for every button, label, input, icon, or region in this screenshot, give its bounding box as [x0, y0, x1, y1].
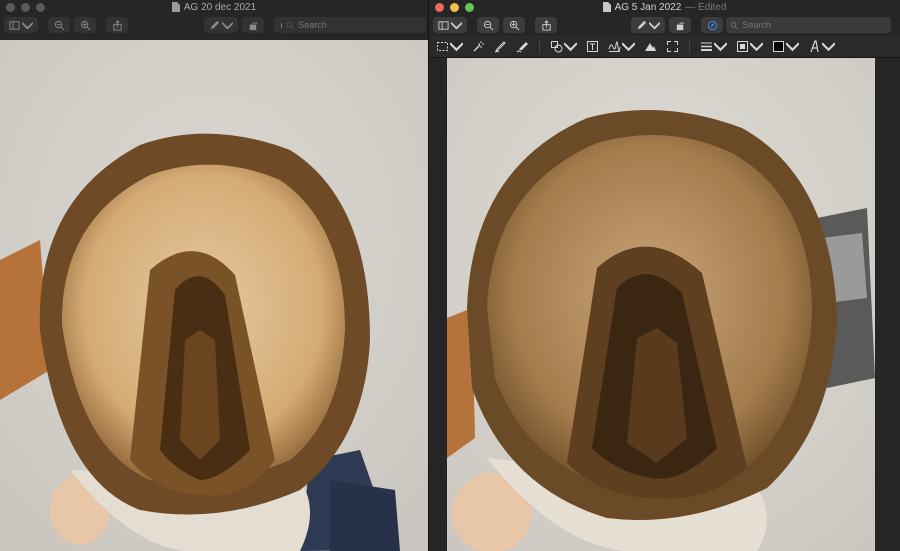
sidebar-icon	[9, 20, 20, 30]
hoof-photo-right	[447, 58, 875, 551]
pen-icon	[637, 20, 647, 29]
chevron-down-icon	[822, 42, 835, 52]
draw-icon	[516, 42, 528, 53]
window-title: AG 5 Jan 2022	[614, 1, 682, 13]
search-icon	[730, 21, 738, 29]
markup-pen-button[interactable]	[631, 17, 665, 33]
chevron-down-icon	[750, 42, 763, 52]
title-bar[interactable]: AG 20 dec 2021	[0, 0, 428, 14]
window-controls	[6, 3, 45, 12]
chevron-down-icon	[22, 21, 33, 30]
border-color-button[interactable]	[733, 38, 766, 56]
text-box-icon	[587, 41, 598, 52]
search-field[interactable]	[726, 17, 891, 33]
zoom-out-button[interactable]	[477, 17, 499, 33]
rotate-icon	[676, 21, 684, 30]
magic-wand-icon	[473, 41, 484, 52]
sketch-tool-button[interactable]	[491, 38, 510, 56]
fill-color-icon	[773, 41, 784, 52]
markup-pen-button[interactable]	[204, 17, 238, 33]
share-button[interactable]	[535, 17, 557, 33]
line-style-icon	[701, 42, 712, 51]
document-icon	[602, 2, 611, 12]
hoof-photo-left	[0, 40, 428, 551]
sidebar-button[interactable]	[433, 17, 467, 33]
hoof-image-right	[447, 58, 875, 551]
preview-window-right: AG 5 Jan 2022 — Edited	[428, 0, 900, 551]
zoom-window-button[interactable]	[36, 3, 45, 12]
share-icon	[112, 19, 122, 31]
zoom-in-button[interactable]	[74, 17, 96, 33]
search-icon	[286, 21, 294, 29]
zoom-out-icon	[54, 20, 64, 30]
edited-indicator: — Edited	[685, 1, 727, 13]
sign-button[interactable]	[605, 38, 638, 56]
title-bar[interactable]: AG 5 Jan 2022 — Edited	[429, 0, 900, 14]
sketch-icon	[494, 41, 506, 53]
hoof-image-left	[0, 40, 428, 551]
pen-icon	[210, 20, 220, 29]
shape-style-button[interactable]	[697, 38, 730, 56]
font-icon	[810, 40, 819, 53]
text-style-button[interactable]	[805, 38, 838, 56]
document-icon	[171, 2, 180, 12]
shapes-icon	[551, 41, 563, 53]
sidebar-button[interactable]	[4, 17, 38, 33]
zoom-out-button[interactable]	[48, 17, 70, 33]
adjust-color-button[interactable]	[641, 38, 660, 56]
markup-toolbar	[429, 36, 900, 58]
instant-alpha-button[interactable]	[469, 38, 488, 56]
search-input[interactable]	[742, 20, 891, 30]
window-title: AG 20 dec 2021	[183, 1, 257, 13]
adjust-color-icon	[645, 43, 656, 51]
rotate-button[interactable]	[242, 17, 264, 33]
adjust-size-button[interactable]	[663, 38, 682, 56]
text-tool-button[interactable]	[583, 38, 602, 56]
chevron-down-icon	[714, 42, 727, 52]
search-field[interactable]	[282, 17, 426, 33]
rectangular-selection-icon	[437, 42, 448, 51]
chevron-down-icon	[622, 42, 635, 52]
markup-toggle-button[interactable]	[701, 17, 723, 33]
zoom-out-icon	[483, 20, 493, 30]
border-color-icon	[737, 41, 748, 52]
markup-icon	[707, 20, 717, 30]
chevron-down-icon	[451, 21, 462, 30]
search-input[interactable]	[298, 20, 426, 30]
chevron-down-icon	[786, 42, 799, 52]
chevron-down-icon	[649, 21, 660, 30]
close-button[interactable]	[6, 3, 15, 12]
window-controls	[435, 3, 474, 12]
chevron-down-icon	[564, 42, 577, 52]
fill-color-button[interactable]	[769, 38, 802, 56]
rotate-button[interactable]	[669, 17, 691, 33]
preview-window-left: AG 20 dec 2021	[0, 0, 428, 551]
signature-icon	[608, 41, 621, 52]
minimize-button[interactable]	[450, 3, 459, 12]
rotate-icon	[249, 21, 257, 30]
toolbar-separator	[689, 39, 690, 54]
zoom-in-icon	[509, 20, 519, 30]
shapes-button[interactable]	[547, 38, 580, 56]
zoom-in-icon	[80, 20, 90, 30]
resize-icon	[667, 41, 678, 52]
minimize-button[interactable]	[21, 3, 30, 12]
share-button[interactable]	[106, 17, 128, 33]
sidebar-icon	[438, 20, 449, 30]
toolbar-separator	[539, 39, 540, 54]
selection-tool-button[interactable]	[433, 38, 466, 56]
draw-tool-button[interactable]	[513, 38, 532, 56]
chevron-down-icon	[450, 42, 463, 52]
zoom-in-button[interactable]	[503, 17, 525, 33]
share-icon	[541, 19, 551, 31]
close-button[interactable]	[435, 3, 444, 12]
chevron-down-icon	[222, 21, 233, 30]
zoom-window-button[interactable]	[465, 3, 474, 12]
